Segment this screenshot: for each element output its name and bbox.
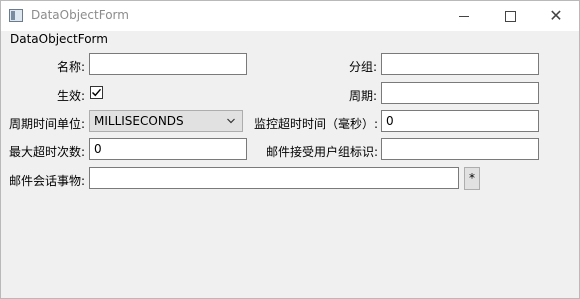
- title-bar[interactable]: DataObjectForm ✕: [1, 1, 579, 31]
- name-label: 名称:: [57, 60, 86, 74]
- maximize-icon: [504, 10, 516, 22]
- form-title: DataObjectForm: [10, 32, 108, 46]
- monitor-timeout-label: 监控超时时间（毫秒）:: [254, 117, 379, 131]
- maximize-button[interactable]: [487, 1, 533, 31]
- chevron-down-icon: [227, 118, 235, 124]
- minimize-button[interactable]: [441, 1, 487, 31]
- group-field[interactable]: [381, 53, 539, 75]
- mail-session-field[interactable]: [89, 167, 459, 189]
- close-button[interactable]: ✕: [533, 1, 579, 31]
- mail-session-label: 邮件会话事物:: [9, 174, 86, 188]
- app-window: DataObjectForm ✕ DataObjectForm 名称: 分组: …: [0, 0, 580, 299]
- mail-group-label: 邮件接受用户组标识:: [266, 145, 379, 159]
- max-timeout-label: 最大超时次数:: [9, 145, 86, 159]
- period-field[interactable]: [381, 82, 539, 104]
- max-timeout-field[interactable]: [89, 138, 247, 160]
- enabled-label: 生效:: [57, 89, 86, 103]
- monitor-timeout-field[interactable]: [381, 110, 539, 132]
- period-label: 周期:: [349, 89, 378, 103]
- app-window-icon: [9, 9, 23, 22]
- name-field[interactable]: [89, 53, 247, 75]
- period-unit-select[interactable]: MILLISECONDS: [89, 110, 243, 132]
- enabled-checkbox[interactable]: [90, 86, 103, 99]
- close-icon: ✕: [549, 6, 563, 25]
- group-label: 分组:: [349, 60, 378, 74]
- browse-button[interactable]: *: [464, 167, 480, 190]
- period-unit-value: MILLISECONDS: [94, 114, 184, 128]
- window-title: DataObjectForm: [31, 8, 129, 22]
- period-unit-label: 周期时间单位:: [9, 117, 86, 131]
- checkmark-icon: [92, 88, 102, 97]
- minimize-icon: [459, 15, 469, 17]
- mail-group-field[interactable]: [381, 138, 539, 160]
